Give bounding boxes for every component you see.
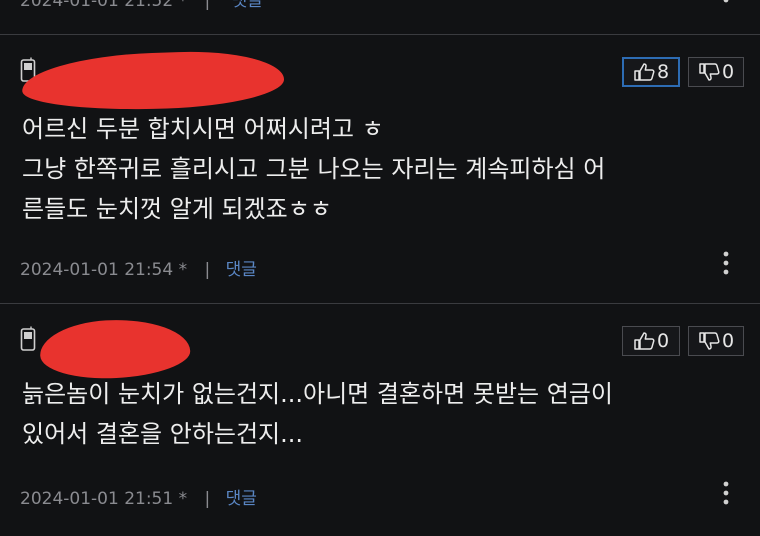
comment-marker: * xyxy=(178,0,188,11)
comment-line: 그냥 한쪽귀로 흘리시고 그분 나오는 자리는 계속피하심 어 xyxy=(22,155,606,183)
phone-icon xyxy=(20,326,36,351)
comment-meta: 2024-01-01 21:51 * | 댓글 xyxy=(20,484,257,509)
reply-link[interactable]: 댓글 xyxy=(232,0,263,11)
thumbs-up-icon xyxy=(634,63,655,81)
upvote-button[interactable]: 0 xyxy=(622,326,680,356)
downvote-button[interactable]: 0 xyxy=(688,57,744,87)
downvote-button[interactable]: 0 xyxy=(688,326,744,356)
comment-line: 있어서 결혼을 안하는건지... xyxy=(22,420,304,448)
comment-timestamp: 2024-01-01 21:54 xyxy=(20,260,174,280)
meta-separator: | xyxy=(204,489,211,509)
meta-separator: | xyxy=(204,260,211,280)
more-vertical-icon[interactable] xyxy=(718,0,734,10)
comment-body: 늙은놈이 눈치가 없는건지...아니면 결혼하면 못받는 연금이 있어서 결혼을… xyxy=(22,374,736,454)
upvote-button[interactable]: 8 xyxy=(622,57,680,87)
comment-line: 늙은놈이 눈치가 없는건지...아니면 결혼하면 못받는 연금이 xyxy=(22,380,613,408)
comment-line: 른들도 눈치껏 알게 되겠죠ㅎㅎ xyxy=(22,195,332,223)
meta-separator: | xyxy=(204,0,211,11)
comment-timestamp: 2024-01-01 21:51 xyxy=(20,489,174,509)
comment-marker: * xyxy=(178,489,188,509)
upvote-count: 8 xyxy=(656,61,670,83)
comment-item: 8 0 어르신 두분 합치시면 어쩌시려고 ㅎ 그냥 한쪽귀로 흘리시고 그분 … xyxy=(0,35,760,304)
downvote-count: 0 xyxy=(721,61,735,83)
reply-link[interactable]: 댓글 xyxy=(226,489,257,509)
previous-comment-partial: 2024-01-01 21:52 * | 댓글 xyxy=(0,0,760,35)
thumbs-up-icon xyxy=(634,332,655,350)
comment-body: 어르신 두분 합치시면 어쩌시려고 ㅎ 그냥 한쪽귀로 흘리시고 그분 나오는 … xyxy=(22,109,736,229)
redacted-username xyxy=(21,48,285,114)
comment-line: 어르신 두분 합치시면 어쩌시려고 ㅎ xyxy=(22,115,384,143)
thumbs-down-icon xyxy=(699,63,720,81)
downvote-count: 0 xyxy=(721,330,735,352)
comment-item: 0 0 늙은놈이 눈치가 없는건지...아니면 결혼하면 못받는 연금이 있어서… xyxy=(0,304,760,536)
comment-timestamp: 2024-01-01 21:52 xyxy=(20,0,174,11)
comment-meta: 2024-01-01 21:54 * | 댓글 xyxy=(20,255,257,280)
comment-marker: * xyxy=(178,260,188,280)
more-vertical-icon[interactable] xyxy=(718,250,734,276)
more-vertical-icon[interactable] xyxy=(718,480,734,506)
upvote-count: 0 xyxy=(656,330,670,352)
previous-comment-meta: 2024-01-01 21:52 * | 댓글 xyxy=(20,0,263,11)
reply-link[interactable]: 댓글 xyxy=(226,260,257,280)
redacted-username xyxy=(38,316,192,382)
thumbs-down-icon xyxy=(699,332,720,350)
